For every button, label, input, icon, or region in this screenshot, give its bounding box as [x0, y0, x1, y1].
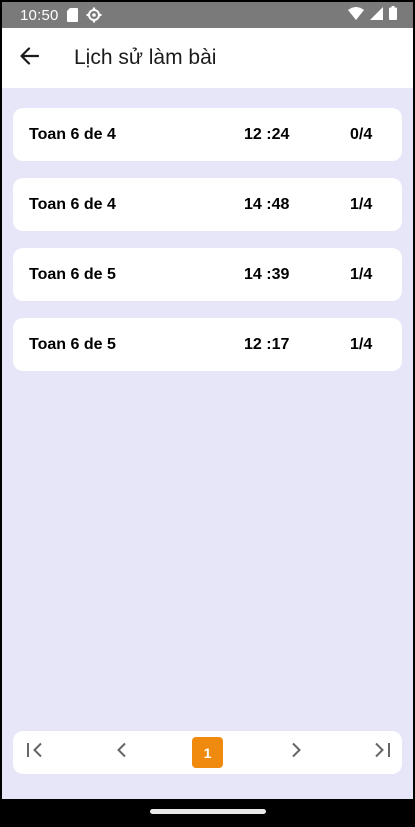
wifi-icon	[348, 6, 364, 24]
exam-name: Toan 6 de 5	[29, 265, 116, 283]
exam-name: Toan 6 de 4	[29, 125, 116, 143]
next-page-icon	[290, 742, 302, 763]
exam-duration: 14 :39	[244, 265, 290, 283]
sd-card-icon	[66, 8, 78, 22]
exam-name: Toan 6 de 4	[29, 195, 116, 213]
app-bar: Lịch sử làm bài	[2, 28, 413, 88]
pagination-bar: 1	[13, 731, 402, 774]
home-gesture-handle[interactable]	[150, 809, 266, 814]
history-list: Toan 6 de 4 12 :24 0/4 Toan 6 de 4 14 :4…	[13, 108, 402, 388]
system-nav-bar	[2, 799, 413, 825]
first-page-icon	[26, 742, 44, 763]
status-time: 10:50	[20, 6, 59, 24]
next-page-button[interactable]	[276, 731, 316, 774]
exam-duration: 12 :24	[244, 125, 290, 143]
current-page-button[interactable]: 1	[192, 737, 223, 768]
exam-score: 1/4	[350, 195, 373, 213]
history-item[interactable]: Toan 6 de 5 14 :39 1/4	[13, 248, 402, 301]
history-item[interactable]: Toan 6 de 5 12 :17 1/4	[13, 318, 402, 371]
exam-duration: 14 :48	[244, 195, 290, 213]
history-item[interactable]: Toan 6 de 4 14 :48 1/4	[13, 178, 402, 231]
history-item[interactable]: Toan 6 de 4 12 :24 0/4	[13, 108, 402, 161]
app-screen: 10:50 Lịch sử làm bài Toan 6 de 4 12:24…	[2, 2, 413, 825]
exam-score: 1/4	[350, 335, 373, 353]
battery-icon	[389, 6, 397, 24]
exam-duration: 12 :17	[244, 335, 290, 353]
back-button[interactable]	[2, 28, 56, 88]
arrow-left-icon	[19, 46, 40, 70]
first-page-button[interactable]	[15, 731, 55, 774]
previous-page-icon	[116, 742, 128, 763]
exam-name: Toan 6 de 5	[29, 335, 116, 353]
last-page-button[interactable]	[362, 731, 402, 774]
last-page-icon	[373, 742, 391, 763]
page-title: Lịch sử làm bài	[74, 46, 217, 69]
settings-gear-icon	[86, 7, 102, 23]
previous-page-button[interactable]	[102, 731, 142, 774]
exam-score: 1/4	[350, 265, 373, 283]
signal-icon	[370, 6, 383, 24]
status-right-icons	[348, 6, 397, 24]
exam-score: 0/4	[350, 125, 373, 143]
status-bar: 10:50	[2, 2, 413, 28]
